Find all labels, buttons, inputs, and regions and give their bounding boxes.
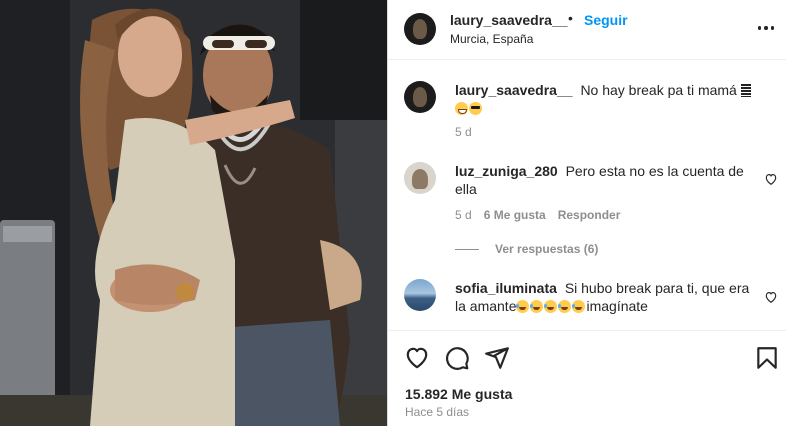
likes-count[interactable]: 15.892 Me gusta [405, 386, 512, 402]
comment-text-block: luz_zuniga_280 Pero esta no es la cuenta… [455, 162, 755, 198]
post-header: laury_saavedra__ • Seguir Murcia, España [388, 0, 786, 60]
reply-button[interactable]: Responder [558, 208, 621, 222]
post-timestamp[interactable]: Hace 5 días [405, 405, 469, 419]
caption-avatar[interactable] [404, 81, 436, 113]
post-location[interactable]: Murcia, España [450, 32, 533, 46]
comment-age: 5 d [455, 208, 472, 222]
comment-bubble-icon[interactable] [444, 345, 470, 371]
commenter-avatar[interactable] [404, 279, 436, 311]
caption-text: No hay break pa ti mamá [580, 82, 737, 98]
tears-of-joy-icon [544, 300, 558, 313]
comment-heart-icon[interactable] [764, 172, 778, 186]
post-actions-bar [388, 330, 786, 384]
tears-of-joy-icon [572, 300, 586, 313]
comment-text-block: sofia_iluminata Si hubo break para ti, q… [455, 279, 755, 315]
caption-text-block: laury_saavedra__ No hay break pa ti mamá [455, 81, 755, 117]
comment-likes[interactable]: 6 Me gusta [484, 208, 546, 222]
caption-age: 5 d [455, 125, 472, 139]
save-bookmark-icon[interactable] [754, 345, 780, 371]
commenter-avatar[interactable] [404, 162, 436, 194]
share-send-icon[interactable] [484, 345, 510, 371]
comments-list[interactable]: laury_saavedra__ No hay break pa ti mamá… [388, 61, 786, 329]
tears-of-joy-icon [516, 300, 530, 313]
instagram-post: laury_saavedra__ • Seguir Murcia, España… [0, 0, 786, 426]
commenter-username[interactable]: sofia_iluminata [455, 280, 557, 296]
post-photo-illustration [0, 0, 387, 426]
caption-username[interactable]: laury_saavedra__ [455, 82, 573, 98]
grinning-face-with-sweat-icon [455, 102, 468, 115]
commenter-username[interactable]: luz_zuniga_280 [455, 163, 558, 179]
header-separator: • [568, 10, 573, 26]
follow-button[interactable]: Seguir [584, 12, 628, 28]
like-heart-icon[interactable] [404, 345, 430, 371]
comment-text-end: imagínate [586, 298, 648, 314]
view-replies-label: Ver respuestas (6) [495, 242, 599, 256]
tears-of-joy-icon [530, 300, 544, 313]
tears-of-joy-icon [558, 300, 572, 313]
post-side-panel: laury_saavedra__ • Seguir Murcia, España… [388, 0, 786, 426]
black-bars-emoji-icon [740, 84, 751, 97]
replies-line [455, 248, 479, 250]
view-replies-button[interactable]: Ver respuestas (6) [455, 242, 598, 256]
comment-heart-icon[interactable] [764, 290, 778, 304]
comment-meta: 5 d 6 Me gusta Responder [455, 208, 620, 222]
sunglasses-face-icon [469, 102, 482, 115]
post-photo[interactable] [0, 0, 387, 426]
more-options-icon[interactable] [754, 16, 778, 40]
author-avatar[interactable] [404, 13, 436, 45]
author-username[interactable]: laury_saavedra__ [450, 12, 568, 28]
